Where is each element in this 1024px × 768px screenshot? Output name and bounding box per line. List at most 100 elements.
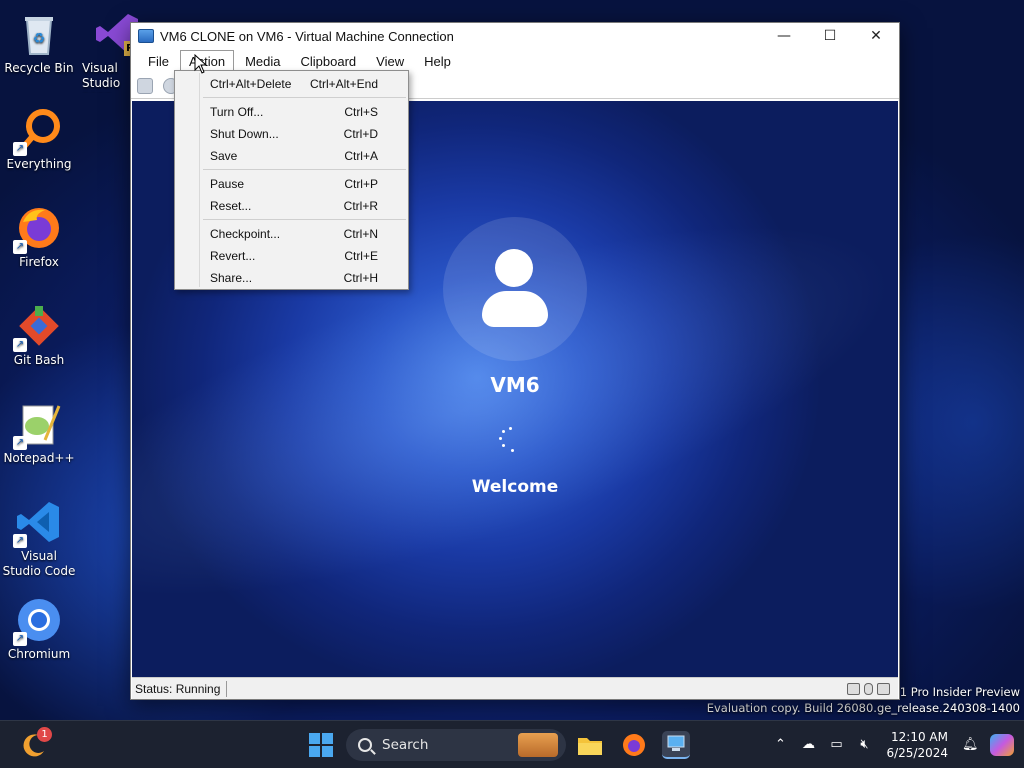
vm-connection-taskbar-icon[interactable]	[662, 731, 690, 759]
menu-item-label: Checkpoint...	[210, 227, 281, 241]
mouse-status-icon	[864, 682, 873, 695]
vm-status-text: Status: Running	[132, 680, 228, 697]
user-avatar	[443, 217, 587, 361]
menu-item-ctrl-alt-delete[interactable]: Ctrl+Alt+Delete Ctrl+Alt+End	[175, 73, 408, 95]
user-icon-body	[482, 291, 548, 327]
notepad-plus-plus-icon: ↗	[13, 400, 63, 450]
clock-date: 6/25/2024	[886, 746, 948, 760]
window-title: VM6 CLONE on VM6 - Virtual Machine Conne…	[160, 28, 454, 44]
menu-item-shortcut: Ctrl+S	[344, 105, 378, 119]
start-button-windows-icon[interactable]	[307, 731, 335, 759]
widgets-moon-icon[interactable]: 1	[20, 727, 52, 759]
user-icon-head	[495, 249, 533, 287]
title-bar[interactable]: VM6 CLONE on VM6 - Virtual Machine Conne…	[131, 23, 899, 49]
menu-item-label: Share...	[210, 271, 253, 285]
menu-item-turn-off[interactable]: Turn Off... Ctrl+S	[175, 101, 408, 123]
menu-item-label: Save	[210, 149, 238, 163]
show-hidden-icons-chevron-icon[interactable]: ⌃	[772, 737, 788, 753]
desktop-icon-label: Git Bash	[13, 353, 65, 367]
shortcut-arrow-icon: ↗	[13, 142, 27, 156]
maximize-button[interactable]: ☐	[807, 23, 853, 49]
menu-item-label: Reset...	[210, 199, 252, 213]
vscode-icon: ↗	[13, 498, 63, 548]
firefox-taskbar-icon[interactable]	[620, 731, 648, 759]
menu-item-shut-down[interactable]: Shut Down... Ctrl+D	[175, 123, 408, 145]
menu-help[interactable]: Help	[415, 50, 460, 73]
desktop-icon-vscode[interactable]: ↗ Visual Studio Code	[1, 498, 77, 579]
chromium-icon: ↗	[13, 596, 63, 646]
menu-item-shortcut: Ctrl+D	[343, 127, 378, 141]
menu-item-shortcut: Ctrl+E	[344, 249, 378, 263]
menu-item-revert[interactable]: Revert... Ctrl+E	[175, 245, 408, 267]
status-bar: Status: Running	[132, 677, 898, 699]
menu-item-save[interactable]: Save Ctrl+A	[175, 145, 408, 167]
menu-item-shortcut: Ctrl+N	[343, 227, 378, 241]
everything-icon: ↗	[13, 106, 63, 156]
minimize-button[interactable]: —	[761, 23, 807, 49]
desktop-icon-label: Visual Studio Code	[2, 549, 76, 578]
desktop-icon-label: Visual Studio 2022 Preview	[82, 61, 121, 93]
menu-item-shortcut: Ctrl+H	[343, 271, 378, 285]
menu-item-share[interactable]: Share... Ctrl+H	[175, 267, 408, 289]
menu-item-label: Shut Down...	[210, 127, 279, 141]
vm-connection-app-icon	[138, 29, 154, 43]
menu-item-checkpoint[interactable]: Checkpoint... Ctrl+N	[175, 223, 408, 245]
network-icon[interactable]: ▭	[828, 737, 844, 753]
onedrive-cloud-icon[interactable]: ☁	[800, 737, 816, 753]
shortcut-arrow-icon: ↗	[13, 240, 27, 254]
desktop-icon-everything[interactable]: ↗ Everything	[1, 106, 77, 172]
menu-file[interactable]: File	[139, 50, 178, 73]
desktop-icon-chromium[interactable]: ↗ Chromium	[1, 596, 77, 662]
menu-item-reset[interactable]: Reset... Ctrl+R	[175, 195, 408, 217]
menu-item-shortcut: Ctrl+R	[343, 199, 378, 213]
shortcut-arrow-icon: ↗	[13, 436, 27, 450]
desktop-icon-label: Firefox	[19, 255, 59, 269]
desktop-icon-recycle-bin[interactable]: ♻ Recycle Bin	[1, 10, 77, 76]
desktop-icon-label: Recycle Bin	[4, 61, 74, 75]
menu-item-label: Ctrl+Alt+Delete	[210, 77, 292, 91]
desktop-icon-label: Chromium	[7, 647, 71, 661]
watermark-line2: Evaluation copy. Build 26080.ge_release.…	[706, 701, 1020, 715]
desktop-icon-git-bash[interactable]: ↗ Git Bash	[1, 302, 77, 368]
status-icons	[847, 682, 898, 695]
volume-muted-icon[interactable]: 🔇︎	[856, 737, 872, 753]
system-tray: ⌃ ☁ ▭ 🔇︎ 12:10 AM 6/25/2024 🔔︎	[766, 721, 1024, 768]
shortcut-arrow-icon: ↗	[13, 338, 27, 352]
notification-bell-icon[interactable]: 🔔︎	[962, 737, 979, 753]
firefox-icon: ↗	[13, 204, 63, 254]
taskbar: 1 Search ⌃ ☁ ▭ 🔇︎ 12:10 AM 6/25/2024 🔔︎	[0, 720, 1024, 768]
notification-count-badge: 1	[37, 727, 52, 742]
taskbar-search-box[interactable]: Search	[346, 729, 566, 761]
desktop-icon-label: Notepad++	[3, 451, 75, 465]
menu-item-label: Revert...	[210, 249, 256, 263]
lock-status-icon	[877, 682, 890, 695]
shortcut-arrow-icon: ↗	[13, 632, 27, 646]
desktop-icon-label: Everything	[6, 157, 72, 171]
menu-item-label: Pause	[210, 177, 245, 191]
menu-item-shortcut: Ctrl+P	[344, 177, 378, 191]
recycle-bin-icon: ♻	[15, 10, 63, 58]
watermark-line1: 11 Pro Insider Preview	[892, 685, 1020, 699]
menu-item-shortcut: Ctrl+Alt+End	[309, 77, 378, 91]
clock-time: 12:10 AM	[891, 730, 948, 744]
search-placeholder: Search	[382, 737, 429, 753]
shortcut-arrow-icon: ↗	[13, 534, 27, 548]
menu-item-shortcut: Ctrl+A	[344, 149, 378, 163]
copilot-icon[interactable]	[990, 734, 1014, 756]
login-welcome-message: Welcome	[471, 477, 559, 497]
ctrl-alt-del-toolbar-icon[interactable]	[137, 77, 153, 94]
menu-item-pause[interactable]: Pause Ctrl+P	[175, 173, 408, 195]
menu-item-label: Turn Off...	[210, 105, 264, 119]
search-icon	[358, 738, 372, 752]
svg-text:♻: ♻	[33, 31, 46, 47]
close-button[interactable]: ✕	[853, 23, 899, 49]
login-username: VM6	[490, 373, 540, 397]
action-menu-dropdown: Ctrl+Alt+Delete Ctrl+Alt+End Turn Off... C…	[174, 70, 409, 290]
file-explorer-icon[interactable]	[576, 731, 604, 759]
search-highlight-image	[518, 733, 558, 757]
taskbar-clock[interactable]: 12:10 AM 6/25/2024	[886, 729, 948, 761]
loading-spinner-icon	[498, 427, 524, 455]
mouse-cursor-icon	[194, 54, 208, 74]
desktop-icon-firefox[interactable]: ↗ Firefox	[1, 204, 77, 270]
desktop-icon-notepad-plus-plus[interactable]: ↗ Notepad++	[1, 400, 77, 466]
